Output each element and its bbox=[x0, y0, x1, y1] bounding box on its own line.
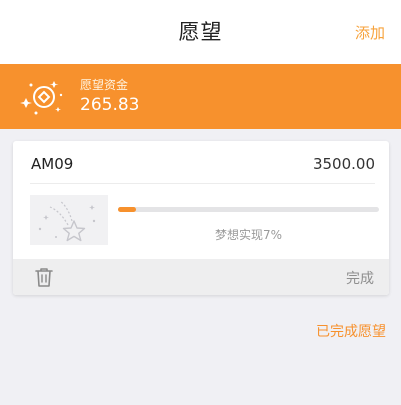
fund-label: 愿望资金 bbox=[80, 78, 129, 92]
progress-text: 梦想实现7% bbox=[214, 228, 283, 242]
divider bbox=[30, 183, 375, 184]
trash-icon[interactable] bbox=[34, 266, 54, 288]
wish-price: 3500.00 bbox=[312, 155, 375, 173]
nav-bar: 愿望 添加 bbox=[0, 0, 401, 64]
complete-button[interactable]: 完成 bbox=[346, 268, 374, 288]
fund-amount: 265.83 bbox=[80, 95, 140, 115]
wish-progress-fill bbox=[118, 207, 137, 212]
wish-card[interactable]: AM09 3500.00 梦想实现7% 完成 bbox=[13, 141, 389, 295]
wish-progress-bar bbox=[118, 207, 379, 212]
wish-card-footer: 完成 bbox=[13, 259, 389, 295]
shooting-star-icon bbox=[30, 195, 108, 245]
wish-name: AM09 bbox=[31, 155, 74, 173]
coin-sparkle-icon bbox=[20, 81, 63, 115]
wish-fund-banner: 愿望资金 265.83 bbox=[0, 64, 401, 129]
add-button[interactable]: 添加 bbox=[355, 22, 385, 43]
completed-wishes-link[interactable]: 已完成愿望 bbox=[316, 321, 386, 341]
page-title: 愿望 bbox=[178, 20, 223, 44]
